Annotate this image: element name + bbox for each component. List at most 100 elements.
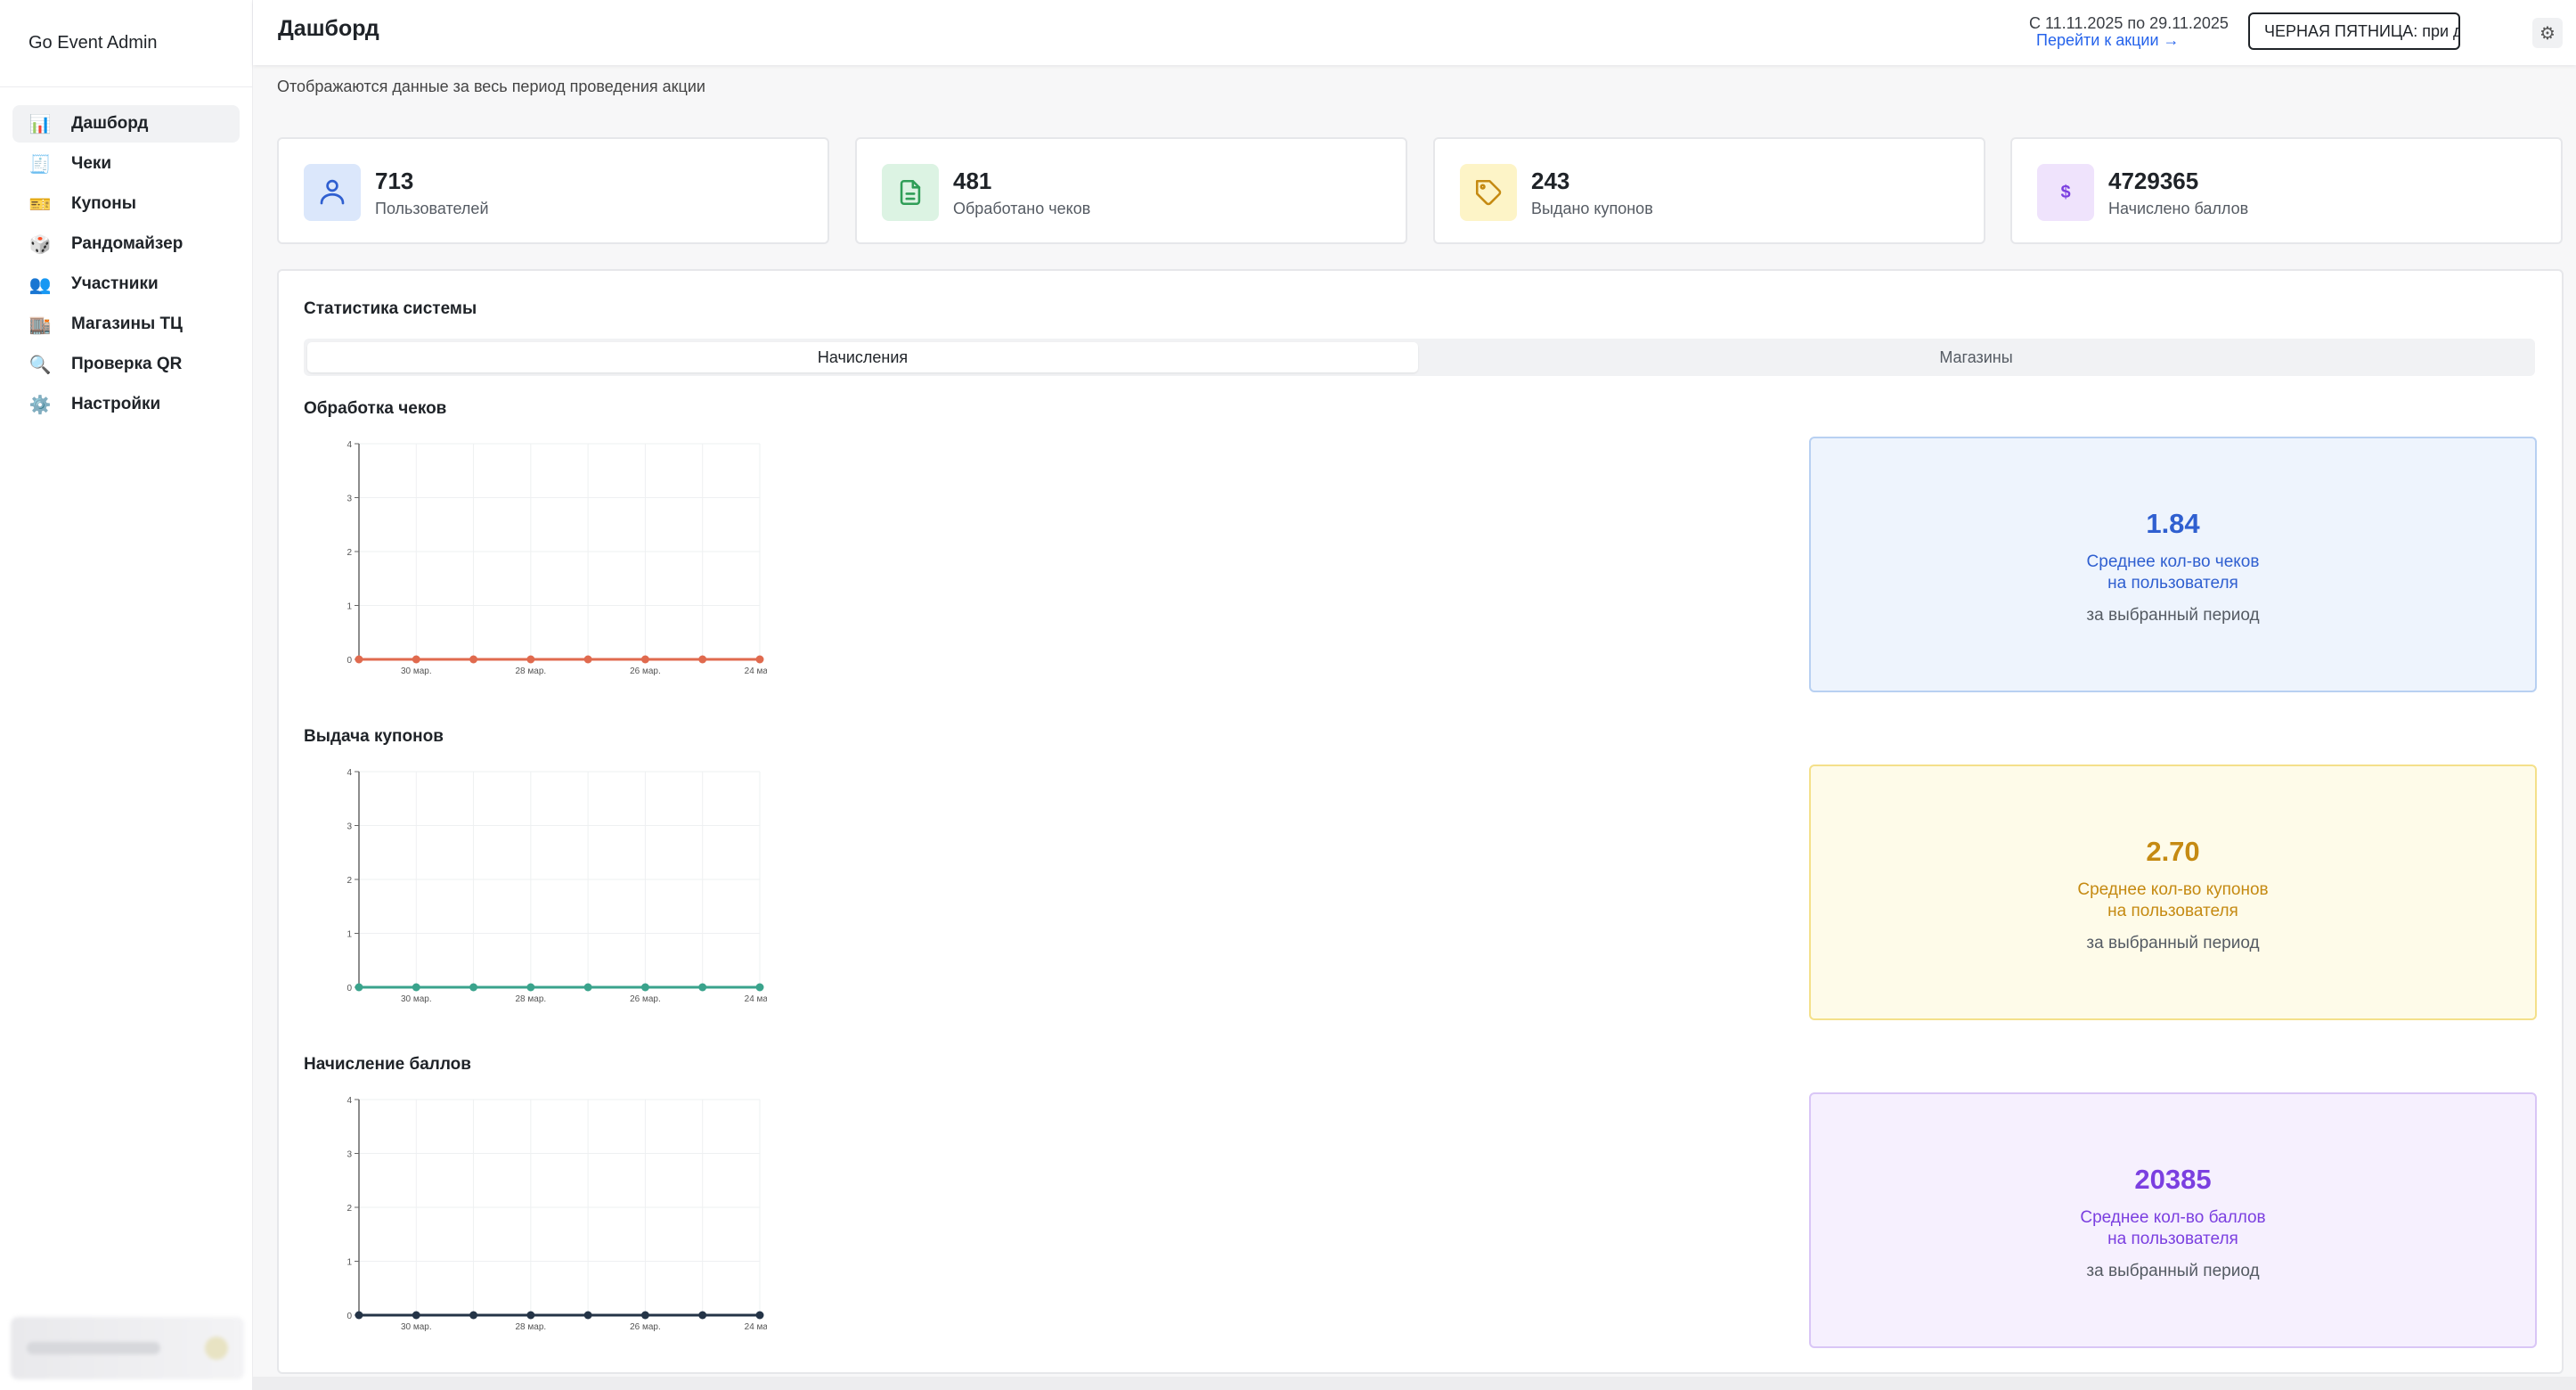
panel-title: Статистика системы: [304, 299, 477, 318]
section-title-points: Начисление баллов: [304, 1055, 471, 1074]
y-tick-label: 0: [346, 984, 352, 993]
y-tick-label: 2: [346, 548, 352, 558]
top-header: Дашборд С 11.11.2025 по 29.11.2025 Перей…: [253, 0, 2576, 65]
x-tick-label: 30 мар.: [401, 666, 432, 676]
y-tick-label: 1: [346, 930, 352, 940]
stat-label: Обработано чеков: [953, 200, 1091, 217]
tab-accruals[interactable]: Начисления: [307, 342, 1418, 372]
data-point: [469, 655, 478, 664]
settings-button[interactable]: ⚙: [2532, 18, 2563, 48]
y-tick-label: 4: [346, 1096, 352, 1106]
x-tick-label: 26 мар.: [630, 994, 661, 1004]
stat-value: 713: [375, 168, 414, 194]
data-point: [526, 1311, 535, 1320]
data-point: [583, 655, 592, 664]
y-tick-label: 0: [346, 1312, 352, 1321]
promo-select[interactable]: ЧЕРНАЯ ПЯТНИЦА: при дост: [2248, 12, 2460, 50]
sidebar-item-label: Магазины ТЦ: [71, 315, 183, 333]
avg-value: 1.84: [2146, 508, 2200, 539]
page-subtitle: Отображаются данные за весь период прове…: [277, 78, 705, 95]
x-tick-label: 28 мар.: [516, 1322, 547, 1332]
sidebar-item-settings[interactable]: ⚙️ Настройки: [12, 386, 240, 423]
y-tick-label: 3: [346, 822, 352, 832]
data-point: [412, 983, 420, 992]
x-tick-label: 26 мар.: [630, 666, 661, 676]
avatar: [205, 1337, 228, 1360]
sidebar-item-qr-check[interactable]: 🔍 Проверка QR: [12, 346, 240, 383]
sidebar-item-stores[interactable]: 🏬 Магазины ТЦ: [12, 306, 240, 343]
brand-name: Go Event Admin: [0, 0, 252, 87]
data-point: [755, 655, 764, 664]
data-point: [640, 655, 649, 664]
sidebar-item-label: Участники: [71, 274, 159, 293]
sidebar-item-participants[interactable]: 👥 Участники: [12, 266, 240, 303]
x-tick-label: 30 мар.: [401, 1322, 432, 1332]
sidebar-item-label: Дашборд: [71, 114, 149, 133]
dice-icon: 🎲: [29, 234, 52, 255]
data-point: [355, 655, 363, 664]
sidebar-item-dashboard[interactable]: 📊 Дашборд: [12, 105, 240, 143]
sidebar-item-coupons[interactable]: 🎫 Купоны: [12, 185, 240, 223]
data-point: [469, 983, 478, 992]
avg-label: Среднее кол-во баллов: [2080, 1208, 2266, 1227]
avg-label: на пользователя: [2107, 574, 2238, 593]
data-point: [412, 655, 420, 664]
avg-period-label: за выбранный период: [2086, 1262, 2260, 1280]
gear-icon: ⚙: [2539, 23, 2556, 44]
avg-value: 2.70: [2146, 836, 2200, 867]
stat-label: Начислено баллов: [2108, 200, 2249, 217]
tab-stores[interactable]: Магазины: [1421, 342, 2531, 372]
sidebar: Go Event Admin 📊 Дашборд 🧾 Чеки 🎫 Купоны…: [0, 0, 253, 1390]
sidebar-item-label: Чеки: [71, 154, 112, 173]
avg-label: на пользователя: [2107, 1230, 2238, 1248]
stat-card-points: $ 4729365 Начислено баллов: [2010, 137, 2563, 244]
avg-coupons-card: 2.70 Среднее кол-во купонов на пользоват…: [1809, 764, 2537, 1020]
x-tick-label: 24 мар.: [745, 666, 767, 676]
stat-value: 481: [953, 168, 992, 194]
data-point: [698, 655, 707, 664]
data-point: [640, 983, 649, 992]
data-point: [412, 1311, 420, 1320]
avg-points-card: 20385 Среднее кол-во баллов на пользоват…: [1809, 1092, 2537, 1348]
stat-card-receipts: 481 Обработано чеков: [855, 137, 1407, 244]
sidebar-item-randomizer[interactable]: 🎲 Рандомайзер: [12, 225, 240, 263]
stat-label: Выдано купонов: [1531, 200, 1653, 217]
y-tick-label: 1: [346, 602, 352, 612]
data-point: [698, 983, 707, 992]
y-tick-label: 2: [346, 1204, 352, 1214]
sidebar-item-label: Купоны: [71, 194, 136, 213]
data-point: [755, 1311, 764, 1320]
y-tick-label: 1: [346, 1258, 352, 1268]
data-point: [469, 1311, 478, 1320]
page-bottom-edge: [253, 1377, 2576, 1390]
data-point: [640, 1311, 649, 1320]
y-tick-label: 3: [346, 495, 352, 504]
x-tick-label: 28 мар.: [516, 994, 547, 1004]
go-to-promo-link[interactable]: Перейти к акции →: [2029, 32, 2229, 49]
x-tick-label: 26 мар.: [630, 1322, 661, 1332]
avg-value: 20385: [2134, 1164, 2212, 1195]
user-name-blurred: [27, 1342, 160, 1354]
people-icon: 👥: [29, 274, 52, 295]
stat-value: 4729365: [2108, 168, 2199, 194]
period-text: С 11.11.2025 по 29.11.2025: [2029, 14, 2229, 32]
sidebar-item-label: Рандомайзер: [71, 234, 183, 253]
x-tick-label: 24 мар.: [745, 994, 767, 1004]
user-profile-area[interactable]: [11, 1317, 244, 1379]
sidebar-item-receipts[interactable]: 🧾 Чеки: [12, 145, 240, 183]
stats-tabs: Начисления Магазины: [304, 339, 2535, 376]
x-tick-label: 24 мар.: [745, 1322, 767, 1332]
data-point: [526, 655, 535, 664]
y-tick-label: 0: [346, 656, 352, 666]
section-title-coupons: Выдача купонов: [304, 727, 444, 746]
avg-period-label: за выбранный период: [2086, 606, 2260, 625]
sidebar-item-label: Проверка QR: [71, 355, 183, 373]
user-icon: [304, 164, 361, 221]
bar-chart-icon: 📊: [29, 114, 52, 135]
points-chart: 0 1 2 3 4 30 мар. 28 мар. 26 мар. 24 мар.: [346, 1096, 767, 1332]
receipt-icon: 🧾: [29, 154, 52, 175]
stat-value: 243: [1531, 168, 1570, 194]
stat-card-coupons: 243 Выдано купонов: [1433, 137, 1985, 244]
data-point: [698, 1311, 707, 1320]
gear-icon: ⚙️: [29, 395, 52, 415]
